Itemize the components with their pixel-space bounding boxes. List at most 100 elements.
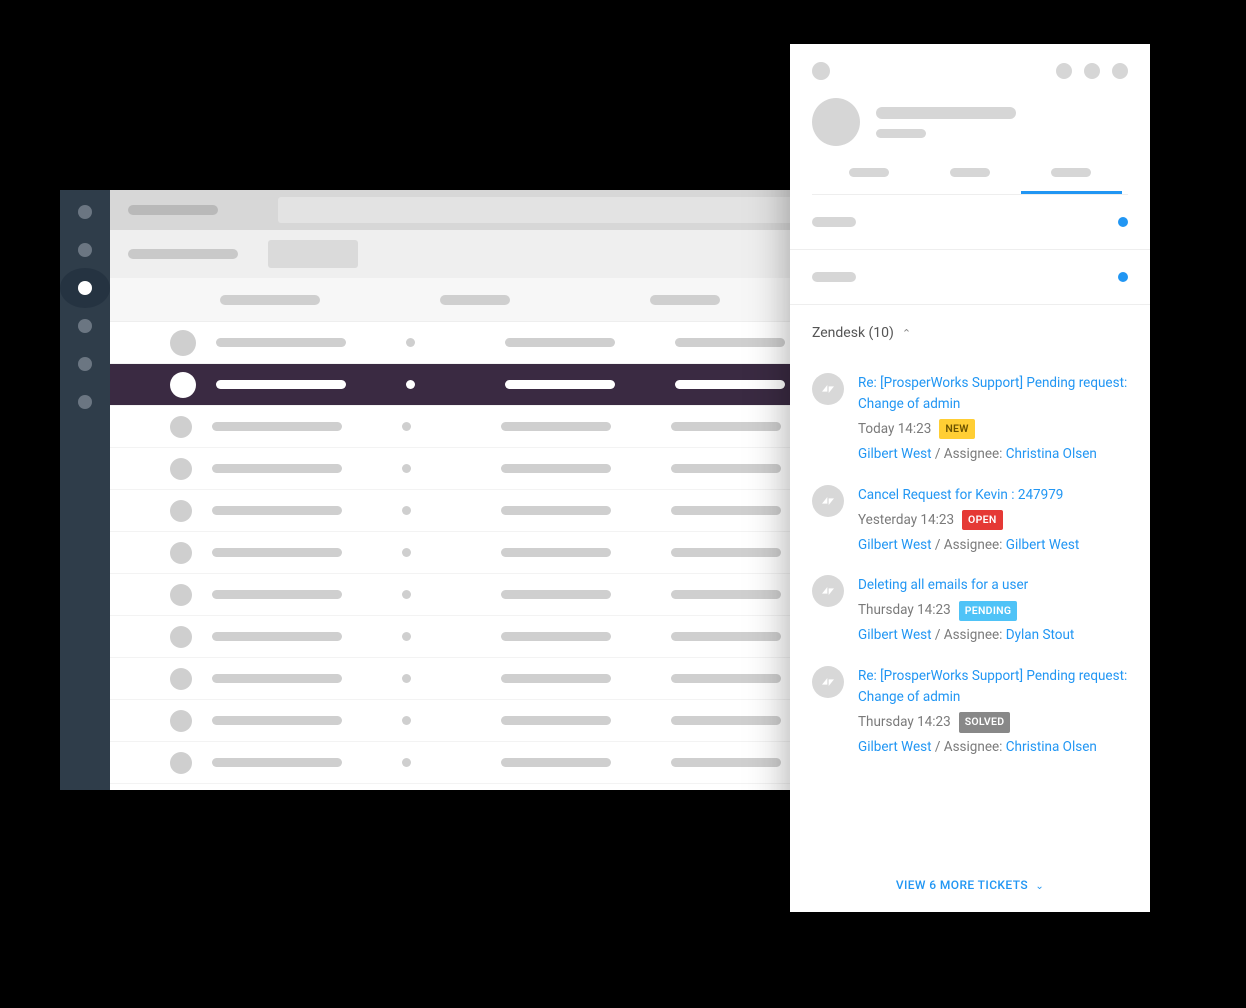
row-cell [212,758,342,767]
ticket-status-badge: NEW [939,419,974,439]
row-cell [216,380,346,389]
row-avatar [170,752,192,774]
row-cell [212,422,342,431]
row-cell [675,338,785,347]
chevron-down-icon: ⌄ [1035,881,1044,892]
row-cell [671,464,781,473]
row-cell [501,548,611,557]
chevron-up-icon: ⌃ [902,327,911,340]
active-view-tab[interactable] [268,240,358,268]
panel-tabs [812,168,1128,195]
sidebar-nav-item[interactable] [78,243,92,257]
row-status-dot [406,338,415,347]
row-cell [212,632,342,641]
row-status-dot [402,716,411,725]
ticket-status-badge: OPEN [962,510,1003,530]
ticket-requester-link[interactable]: Gilbert West [858,446,932,462]
row-cell [212,674,342,683]
sidebar-nav-item-active[interactable] [60,268,110,308]
panel-action-icon[interactable] [1112,63,1128,79]
row-cell [671,716,781,725]
assignee-prefix: / Assignee: [932,627,1006,643]
sidebar-nav-item[interactable] [78,319,92,333]
zendesk-header-label: Zendesk (10) [812,325,894,341]
assignee-prefix: / Assignee: [932,446,1006,462]
row-avatar [170,668,192,690]
panel-tab-active[interactable] [1021,168,1122,194]
zendesk-icon [812,485,844,517]
column-header[interactable] [220,295,320,305]
panel-action-icon[interactable] [1084,63,1100,79]
row-cell [212,506,342,515]
ticket-requester-link[interactable]: Gilbert West [858,537,932,553]
details-panel: Zendesk (10) ⌃ Re: [ProsperWorks Support… [790,44,1150,912]
row-status-dot [402,464,411,473]
zendesk-ticket: Deleting all emails for a user Thursday 1… [812,575,1128,646]
ticket-title-link[interactable]: Deleting all emails for a user [858,575,1128,596]
row-avatar [170,710,192,732]
zendesk-icon [812,373,844,405]
ticket-requester-link[interactable]: Gilbert West [858,627,932,643]
ticket-assignee-link[interactable]: Gilbert West [1006,537,1080,553]
sidebar-nav-item[interactable] [78,395,92,409]
ticket-title-link[interactable]: Re: [ProsperWorks Support] Pending reque… [858,373,1128,415]
row-avatar [170,542,192,564]
row-cell [501,422,611,431]
contact-subtitle [876,129,926,138]
collapsed-section[interactable] [790,250,1150,305]
row-cell [212,716,342,725]
ticket-title-link[interactable]: Cancel Request for Kevin : 247979 [858,485,1128,506]
row-cell [501,758,611,767]
expand-indicator-icon [1118,217,1128,227]
breadcrumb[interactable] [128,249,238,259]
row-avatar [170,458,192,480]
column-header[interactable] [650,295,720,305]
row-cell [501,506,611,515]
sidebar-nav-item[interactable] [78,205,92,219]
zendesk-section-header[interactable]: Zendesk (10) ⌃ [790,305,1150,347]
row-status-dot [402,506,411,515]
collapsed-section[interactable] [790,195,1150,250]
contact-name [876,107,1016,119]
row-cell [505,380,615,389]
ticket-assignee-link[interactable]: Dylan Stout [1006,627,1075,643]
row-status-dot [402,548,411,557]
back-icon[interactable] [812,62,830,80]
row-cell [671,590,781,599]
row-cell [501,590,611,599]
panel-tab[interactable] [919,168,1020,194]
ticket-requester-link[interactable]: Gilbert West [858,739,932,755]
row-avatar [170,626,192,648]
row-status-dot [402,674,411,683]
ticket-status-badge: PENDING [959,601,1018,621]
column-header[interactable] [440,295,510,305]
row-cell [501,632,611,641]
ticket-time: Thursday 14:23 [858,600,951,621]
panel-action-icon[interactable] [1056,63,1072,79]
contact-profile [812,98,1128,146]
row-cell [671,758,781,767]
row-cell [212,548,342,557]
row-status-dot [402,758,411,767]
row-cell [501,464,611,473]
row-avatar [170,584,192,606]
row-cell [675,380,785,389]
row-status-dot [402,422,411,431]
ticket-assignee-link[interactable]: Christina Olsen [1006,446,1097,462]
row-cell [671,548,781,557]
sidebar-nav-item[interactable] [78,357,92,371]
ticket-assignee-link[interactable]: Christina Olsen [1006,739,1097,755]
contact-avatar [812,98,860,146]
zendesk-ticket: Cancel Request for Kevin : 247979 Yesterd… [812,485,1128,556]
toolbar-item[interactable] [128,205,218,215]
view-more-tickets-button[interactable]: VIEW 6 MORE TICKETS ⌄ [790,866,1150,912]
ticket-title-link[interactable]: Re: [ProsperWorks Support] Pending reque… [858,666,1128,708]
expand-indicator-icon [1118,272,1128,282]
row-cell [671,674,781,683]
app-sidebar [60,190,110,790]
ticket-time: Yesterday 14:23 [858,510,954,531]
panel-tab[interactable] [818,168,919,194]
ticket-status-badge: SOLVED [959,712,1011,732]
assignee-prefix: / Assignee: [932,739,1006,755]
row-avatar [170,372,196,398]
